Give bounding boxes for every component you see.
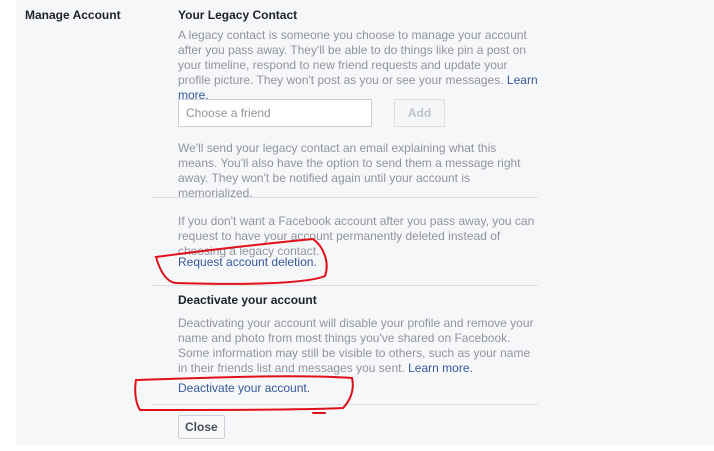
section-label-manage-account: Manage Account <box>25 8 121 22</box>
request-account-deletion-link[interactable]: Request account deletion. <box>178 255 317 269</box>
deactivate-account-link[interactable]: Deactivate your account. <box>178 381 310 395</box>
close-button[interactable]: Close <box>178 415 225 439</box>
divider <box>152 285 538 286</box>
legacy-contact-description-text: A legacy contact is someone you choose t… <box>178 28 527 87</box>
divider <box>152 404 538 405</box>
deactivate-description-text: Deactivating your account will disable y… <box>178 316 534 375</box>
legacy-contact-description: A legacy contact is someone you choose t… <box>178 28 538 103</box>
divider <box>152 197 538 198</box>
add-legacy-contact-button[interactable]: Add <box>394 99 445 127</box>
legacy-contact-notice: We'll send your legacy contact an email … <box>178 141 521 200</box>
legacy-contact-heading: Your Legacy Contact <box>178 8 298 22</box>
deletion-description: If you don't want a Facebook account aft… <box>178 214 535 258</box>
deactivate-link-container: Deactivate your account. <box>178 381 310 396</box>
request-deletion-container: Request account deletion. <box>178 255 317 270</box>
deactivate-description: Deactivating your account will disable y… <box>178 316 538 376</box>
deactivate-heading: Deactivate your account <box>178 293 317 307</box>
choose-friend-input[interactable] <box>178 99 372 127</box>
deactivate-learn-more-link[interactable]: Learn more. <box>408 361 473 375</box>
